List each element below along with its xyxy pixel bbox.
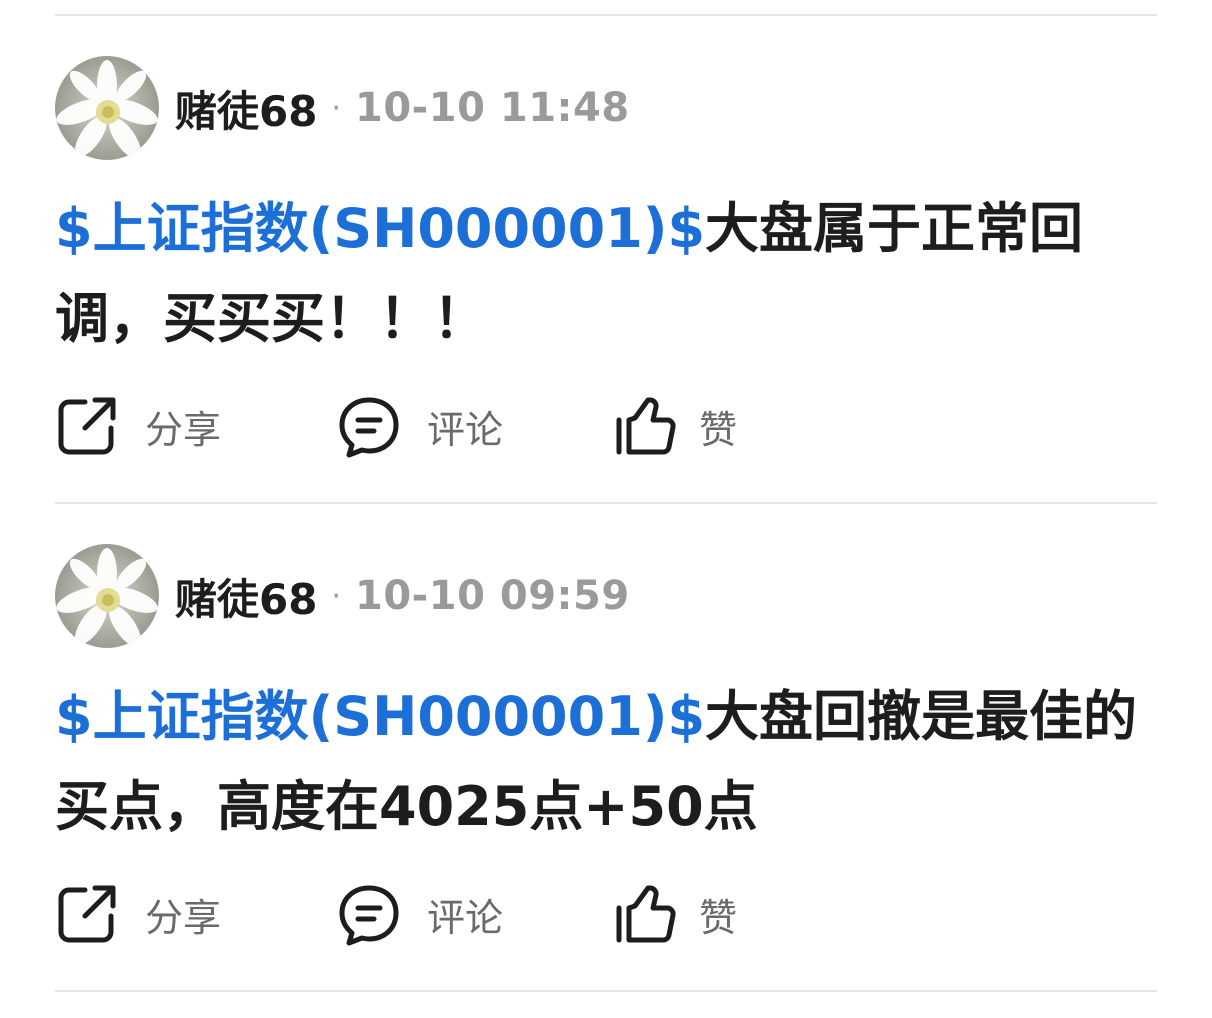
comment-button[interactable]: 评论 [337,882,503,946]
post-content[interactable]: $上证指数(SH000001)$大盘回撤是最佳的买点，高度在4025点+50点 [55,672,1157,852]
like-label: 赞 [699,895,738,940]
like-button[interactable]: 赞 [613,882,737,946]
share-label: 分享 [145,895,222,940]
separator-dot: · [331,578,341,614]
stock-tag-link[interactable]: $上证指数(SH000001)$ [55,197,705,260]
action-bar: 分享 评论 赞 [55,394,1157,458]
comment-icon [337,394,401,458]
divider [55,990,1157,992]
post-card: 赌徒68 · 10-10 09:59 $上证指数(SH000001)$大盘回撤是… [55,504,1157,991]
post-header: 赌徒68 · 10-10 11:48 [55,56,630,160]
comment-button[interactable]: 评论 [337,394,503,458]
username[interactable]: 赌徒68 [175,78,317,139]
share-label: 分享 [145,407,222,452]
like-label: 赞 [699,407,738,452]
thumbs-up-icon [613,882,677,946]
post-content[interactable]: $上证指数(SH000001)$大盘属于正常回调，买买买！！！ [55,184,1157,364]
post-card: 赌徒68 · 10-10 11:48 $上证指数(SH000001)$大盘属于正… [55,16,1157,503]
timestamp: 10-10 09:59 [355,573,630,619]
avatar[interactable] [55,56,159,160]
share-button[interactable]: 分享 [55,882,221,946]
thumbs-up-icon [613,394,677,458]
share-button[interactable]: 分享 [55,394,221,458]
username[interactable]: 赌徒68 [175,566,317,627]
comment-label: 评论 [427,895,504,940]
avatar[interactable] [55,544,159,648]
share-icon [55,394,119,458]
post-header: 赌徒68 · 10-10 09:59 [55,544,630,648]
separator-dot: · [331,90,341,126]
stock-tag-link[interactable]: $上证指数(SH000001)$ [55,685,705,748]
like-button[interactable]: 赞 [613,394,737,458]
share-icon [55,882,119,946]
comment-icon [337,882,401,946]
action-bar: 分享 评论 赞 [55,882,1157,946]
comment-label: 评论 [427,407,504,452]
timestamp: 10-10 11:48 [355,85,630,131]
